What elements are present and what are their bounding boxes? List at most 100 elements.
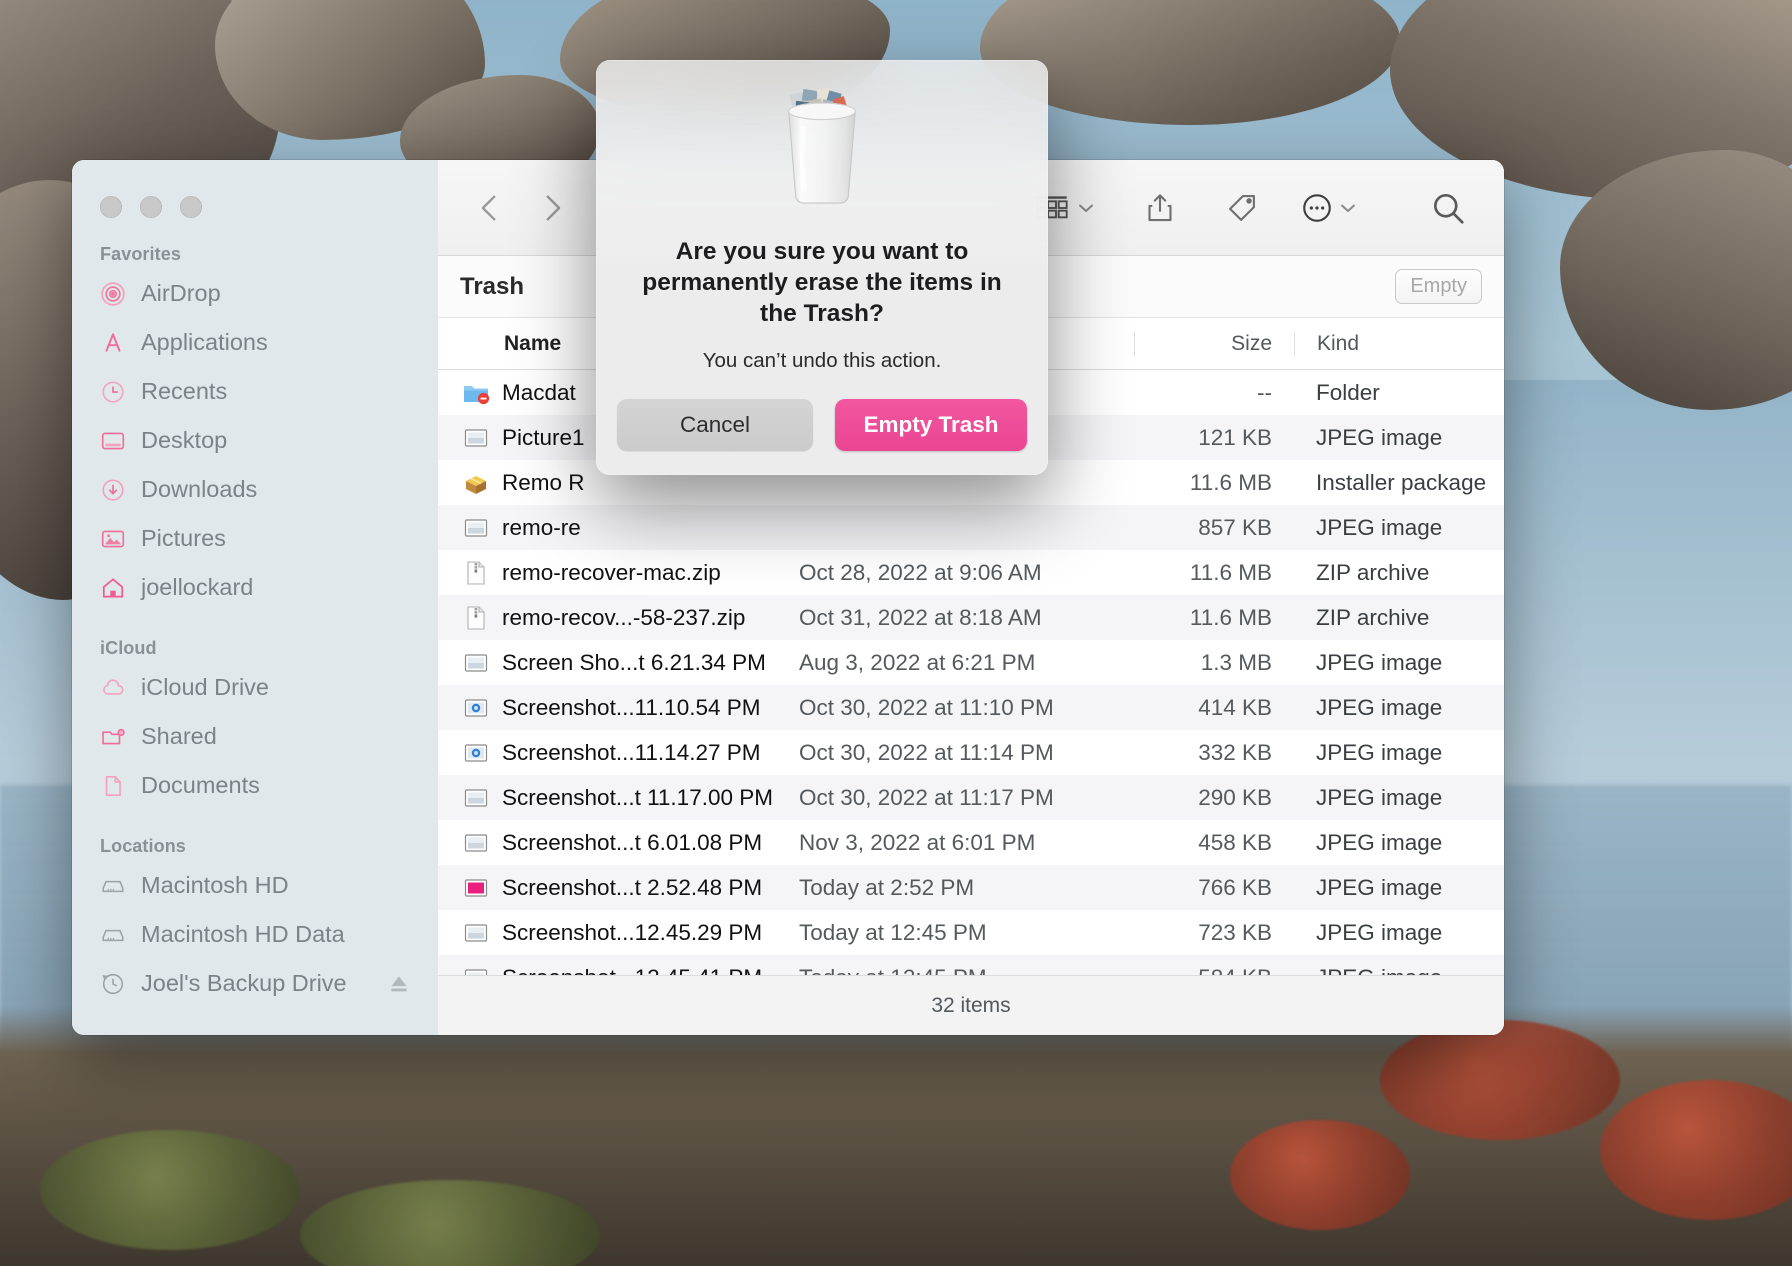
wallpaper-moss (1230, 1120, 1410, 1230)
table-row[interactable]: Screenshot...t 2.52.48 PM Today at 2:52 P… (438, 865, 1504, 910)
column-header-size[interactable]: Size (1134, 331, 1294, 356)
file-name-label: Screenshot...t 11.17.00 PM (502, 784, 773, 810)
file-size-cell: 1.3 MB (1200, 649, 1272, 675)
image-preview-icon (464, 428, 488, 447)
sidebar-item-desktop[interactable]: Desktop (72, 416, 438, 465)
file-name-cell[interactable]: Screenshot...12.45.29 PM (438, 919, 783, 947)
chevron-down-icon (1341, 204, 1355, 212)
file-date-cell: Oct 30, 2022 at 11:17 PM (799, 784, 1054, 810)
table-row[interactable]: Screen Sho...t 6.21.34 PM Aug 3, 2022 at … (438, 640, 1504, 685)
empty-trash-dialog[interactable]: Are you sure you want to permanently era… (596, 60, 1048, 475)
sidebar-item-label: Downloads (141, 476, 258, 502)
table-row[interactable]: Screenshot...12.45.41 PM Today at 12:45 P… (438, 955, 1504, 975)
sidebar-item-recents[interactable]: Recents (72, 367, 438, 416)
file-size-cell: 458 KB (1198, 829, 1272, 855)
file-size-cell: 723 KB (1198, 919, 1272, 945)
sidebar-item-airdrop[interactable]: AirDrop (72, 269, 438, 318)
file-kind-cell: JPEG image (1316, 784, 1443, 810)
file-name-label: Picture1 (502, 424, 585, 450)
file-name-cell[interactable]: Screenshot...11.10.54 PM (438, 694, 783, 722)
finder-sidebar[interactable]: Favorites AirDrop Applications Recents D… (72, 160, 438, 1035)
zip-doc-icon (467, 560, 485, 585)
table-row[interactable]: remo-recov...-58-237.zip Oct 31, 2022 at … (438, 595, 1504, 640)
sidebar-item-applications[interactable]: Applications (72, 318, 438, 367)
zoom-button[interactable] (180, 196, 202, 218)
table-row[interactable]: Screenshot...12.45.29 PM Today at 12:45 P… (438, 910, 1504, 955)
airdrop-icon (101, 281, 125, 306)
file-size-cell: 584 KB (1134, 965, 1294, 976)
more-ellipsis-icon (1303, 193, 1331, 222)
empty-button[interactable]: Empty (1395, 269, 1482, 304)
minimize-button[interactable] (140, 196, 162, 218)
more-actions-button[interactable] (1300, 191, 1360, 225)
column-header-kind[interactable]: Kind (1294, 331, 1504, 356)
image-preview-icon (464, 833, 488, 852)
page-title: Trash (460, 272, 525, 300)
table-row[interactable]: remo-recover-mac.zip Oct 28, 2022 at 9:06… (438, 550, 1504, 595)
file-kind-cell: Folder (1316, 379, 1380, 405)
forward-button[interactable] (524, 185, 580, 231)
image-preview-pink-icon (464, 878, 488, 897)
file-name-cell[interactable]: remo-re (438, 514, 783, 542)
file-name-label: Screenshot...t 2.52.48 PM (502, 874, 763, 900)
close-button[interactable] (100, 196, 122, 218)
sidebar-item-label: Pictures (141, 525, 226, 551)
sidebar-item-documents[interactable]: Documents (72, 761, 438, 810)
recents-clock-icon (102, 380, 124, 403)
file-date-cell: Today at 12:45 PM (783, 965, 1134, 976)
table-row[interactable]: Screenshot...t 6.01.08 PM Nov 3, 2022 at … (438, 820, 1504, 865)
sidebar-item-shared[interactable]: Shared (72, 712, 438, 761)
sidebar-item-label: joellockard (141, 574, 254, 600)
desktop-icon (101, 432, 125, 449)
time-machine-icon (102, 973, 124, 994)
status-bar: 32 items (438, 975, 1504, 1035)
file-name-cell[interactable]: Screenshot...t 2.52.48 PM (438, 874, 783, 902)
image-preview-icon (464, 653, 488, 672)
file-name-cell[interactable]: Screenshot...t 6.01.08 PM (438, 829, 783, 857)
sidebar-item-macintosh-hd[interactable]: Macintosh HD (72, 861, 438, 910)
table-row[interactable]: Screenshot...11.14.27 PM Oct 30, 2022 at … (438, 730, 1504, 775)
sidebar-item-joellockard[interactable]: joellockard (72, 563, 438, 612)
zip-doc-icon (467, 605, 485, 630)
search-button[interactable] (1420, 185, 1476, 231)
wallpaper-shrub (40, 1130, 300, 1250)
empty-trash-button[interactable]: Empty Trash (835, 398, 1027, 451)
search-icon (1433, 193, 1464, 224)
back-button[interactable] (462, 185, 518, 231)
image-preview-icon (464, 968, 488, 975)
share-icon (1148, 193, 1172, 221)
file-date-cell: Aug 3, 2022 at 6:21 PM (799, 649, 1036, 675)
file-name-label: Screen Sho...t 6.21.34 PM (502, 649, 766, 675)
file-name-cell[interactable]: Screenshot...11.14.27 PM (438, 739, 783, 767)
file-date-cell: Oct 31, 2022 at 8:18 AM (799, 604, 1042, 630)
tag-button[interactable] (1214, 185, 1270, 231)
hard-drive-icon (102, 929, 124, 941)
sidebar-item-pictures[interactable]: Pictures (72, 514, 438, 563)
share-button[interactable] (1132, 185, 1188, 231)
sidebar-item-label: Applications (141, 329, 268, 355)
dialog-buttons: Cancel Empty Trash (617, 398, 1027, 451)
table-row[interactable]: Screenshot...t 11.17.00 PM Oct 30, 2022 a… (438, 775, 1504, 820)
file-name-cell[interactable]: remo-recov...-58-237.zip (438, 604, 783, 632)
sidebar-item-label: Desktop (141, 427, 228, 453)
file-kind-cell: JPEG image (1316, 424, 1443, 450)
eject-icon[interactable] (386, 971, 412, 997)
window-controls[interactable] (72, 160, 438, 218)
sidebar-item-downloads[interactable]: Downloads (72, 465, 438, 514)
file-name-cell[interactable]: Screenshot...12.45.41 PM (438, 964, 783, 975)
table-row[interactable]: Screenshot...11.10.54 PM Oct 30, 2022 at … (438, 685, 1504, 730)
file-kind-cell: JPEG image (1316, 874, 1443, 900)
table-row[interactable]: remo-re 857 KB JPEG image (438, 505, 1504, 550)
tag-icon (1229, 194, 1255, 221)
image-preview-blue-icon (464, 698, 488, 717)
file-name-cell[interactable]: Screenshot...t 11.17.00 PM (438, 784, 783, 812)
sidebar-item-icloud-drive[interactable]: iCloud Drive (72, 663, 438, 712)
file-kind-cell: Installer package (1316, 469, 1487, 495)
cancel-button[interactable]: Cancel (617, 398, 813, 451)
file-name-cell[interactable]: remo-recover-mac.zip (438, 559, 783, 587)
forward-icon (546, 194, 561, 221)
sidebar-item-joels-backup-drive[interactable]: Joel's Backup Drive (72, 959, 438, 1008)
sidebar-item-macintosh-hd-data[interactable]: Macintosh HD Data (72, 910, 438, 959)
file-name-cell[interactable]: Screen Sho...t 6.21.34 PM (438, 649, 783, 677)
back-icon (481, 194, 496, 221)
